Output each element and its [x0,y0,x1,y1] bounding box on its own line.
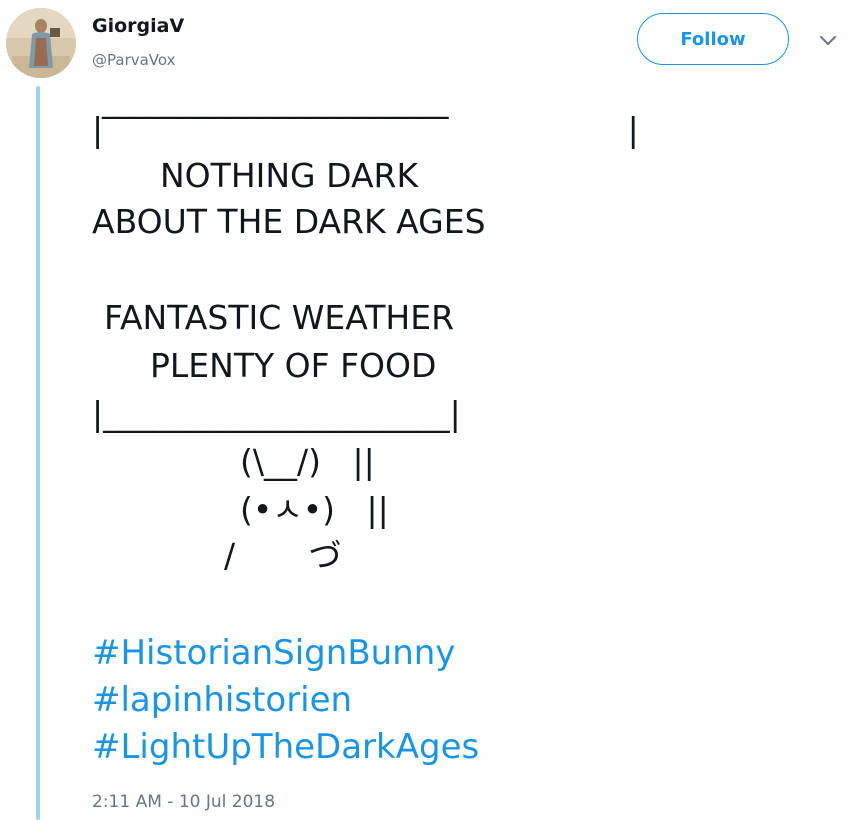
sign-line: PLENTY OF FOOD [150,346,437,385]
sign-line: FANTASTIC WEATHER [104,298,454,337]
follow-button[interactable]: Follow [637,13,789,65]
hashtag-list: #HistorianSignBunny #lapinhistorien #Lig… [92,630,479,771]
display-name[interactable]: GiorgiaV [92,14,184,38]
ascii-sign-art: _____________________ | | NOTHING DARK A… [92,80,792,600]
bunny-ears: (\__/) || [240,442,375,481]
sign-bottom-border: |_____________________| [92,394,461,433]
tweet-text: _____________________ | | NOTHING DARK A… [92,80,792,600]
sign-line: NOTHING DARK [160,156,419,195]
hashtag-link[interactable]: #HistorianSignBunny [92,630,479,677]
user-handle[interactable]: @ParvaVox [92,50,176,70]
thread-connector-line [36,86,40,820]
bunny-arms: / づ [224,536,342,575]
bunny-face: (•ㅅ•) || [240,490,389,529]
avatar[interactable] [6,8,76,78]
sign-side-border: | | [92,110,639,149]
tweet-timestamp[interactable]: 2:11 AM - 10 Jul 2018 [92,792,275,812]
sign-line: ABOUT THE DARK AGES [92,202,486,241]
chevron-down-icon[interactable] [818,32,838,46]
avatar-image [6,8,76,78]
hashtag-link[interactable]: #lapinhistorien [92,677,479,724]
hashtag-link[interactable]: #LightUpTheDarkAges [92,724,479,771]
